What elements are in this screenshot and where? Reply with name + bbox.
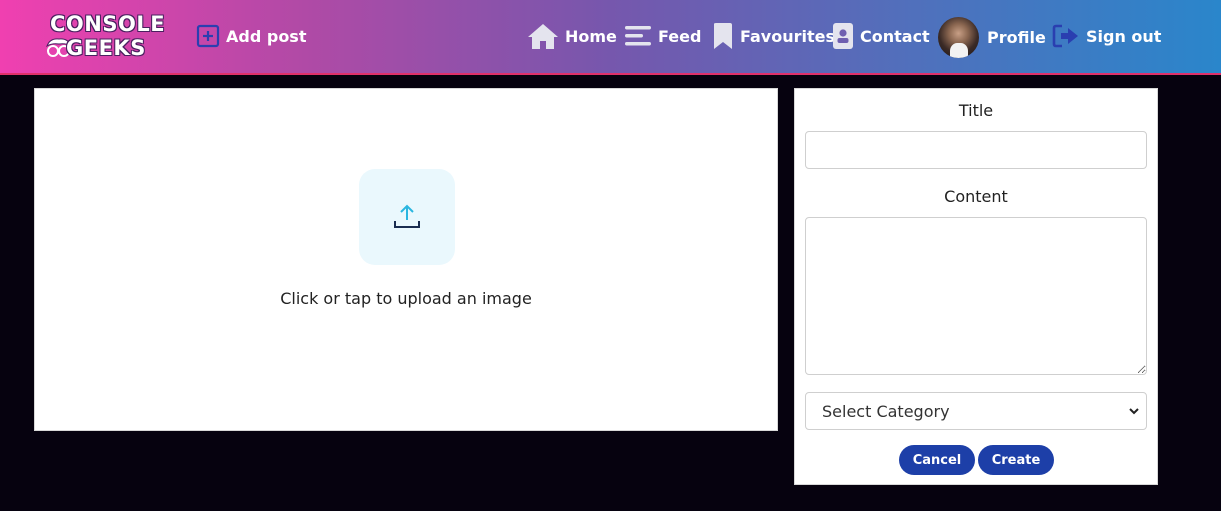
upload-button[interactable] bbox=[359, 169, 455, 265]
avatar bbox=[938, 16, 979, 58]
lines-icon bbox=[625, 26, 651, 46]
feed-label: Feed bbox=[658, 26, 702, 46]
sign-out-label: Sign out bbox=[1086, 26, 1162, 46]
home-link[interactable]: Home bbox=[527, 20, 617, 52]
category-select[interactable]: Select Category bbox=[805, 392, 1147, 430]
title-input[interactable] bbox=[805, 131, 1147, 169]
contact-link[interactable]: Contact bbox=[832, 20, 930, 52]
logo-text-line2: GEEKS bbox=[66, 36, 146, 60]
upload-icon bbox=[394, 204, 420, 228]
favourites-label: Favourites bbox=[740, 26, 835, 46]
upload-prompt: Click or tap to upload an image bbox=[280, 289, 532, 308]
content-textarea[interactable] bbox=[805, 217, 1147, 375]
logo-text-line1: CONSOLE bbox=[50, 12, 166, 36]
favourites-link[interactable]: Favourites bbox=[712, 20, 835, 52]
image-upload-panel[interactable]: Click or tap to upload an image bbox=[34, 88, 778, 431]
home-label: Home bbox=[565, 26, 617, 46]
category-select-value: Select Category bbox=[822, 402, 950, 421]
feed-link[interactable]: Feed bbox=[624, 20, 701, 52]
plus-square-icon bbox=[196, 24, 220, 48]
sign-out-icon bbox=[1052, 24, 1078, 48]
create-button[interactable]: Create bbox=[978, 445, 1054, 475]
add-post-link[interactable]: Add post bbox=[196, 20, 306, 52]
top-navbar: CONSOLE GEEKS Add post Home Feed Favouri… bbox=[0, 0, 1221, 75]
profile-label: Profile bbox=[987, 27, 1046, 47]
content-label: Content bbox=[944, 187, 1008, 206]
profile-link[interactable]: Profile bbox=[938, 16, 1046, 58]
add-post-label: Add post bbox=[226, 26, 307, 46]
sign-out-link[interactable]: Sign out bbox=[1052, 20, 1161, 52]
contact-card-icon bbox=[833, 23, 853, 49]
post-form: Title Content Select Category Cancel Cre… bbox=[794, 88, 1158, 485]
contact-label: Contact bbox=[860, 26, 930, 46]
title-label: Title bbox=[958, 101, 994, 120]
bookmark-icon bbox=[714, 23, 732, 49]
cancel-button[interactable]: Cancel bbox=[899, 445, 975, 475]
house-icon bbox=[528, 24, 558, 49]
chevron-down-icon bbox=[1129, 408, 1139, 415]
console-geeks-logo[interactable]: CONSOLE GEEKS bbox=[44, 12, 166, 62]
